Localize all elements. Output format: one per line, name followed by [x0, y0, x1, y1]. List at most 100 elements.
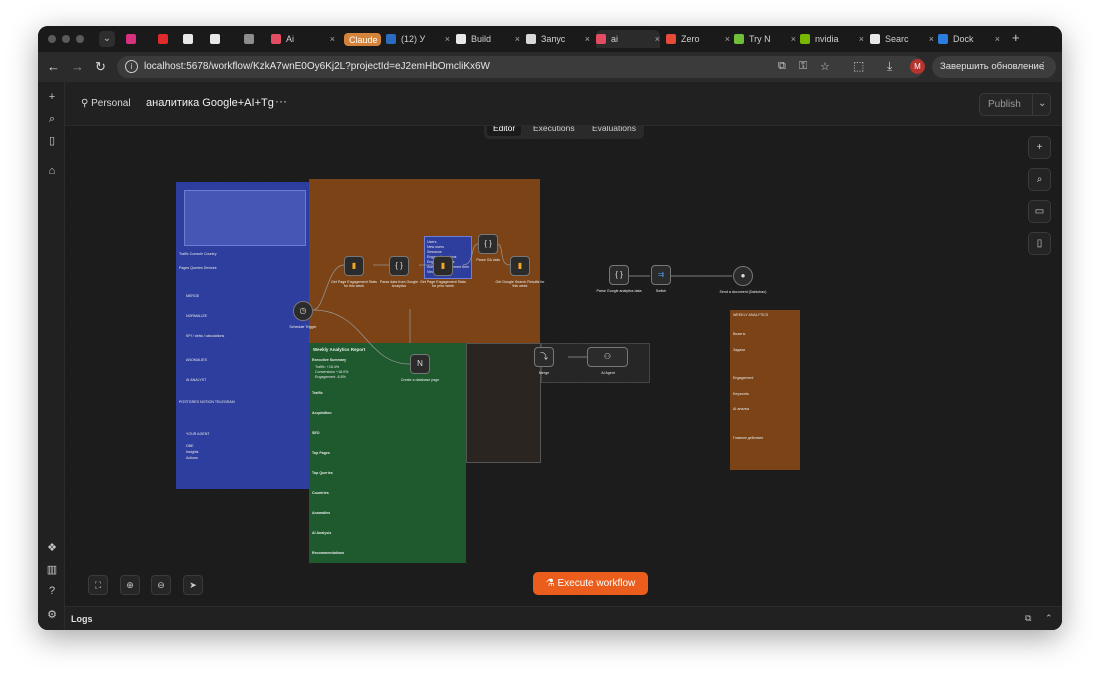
browser-tab[interactable]	[210, 30, 236, 48]
node-notion-page[interactable]: N	[410, 354, 430, 374]
node-label: Schedule Trigger	[289, 325, 317, 329]
logs-panel-bar[interactable]: Logs ⧉ ⌃	[65, 606, 1062, 630]
more-horizontal-icon[interactable]: ···	[275, 94, 287, 108]
tab-search-chevron-icon[interactable]: ⌄	[99, 31, 115, 47]
forward-arrow-icon[interactable]: →	[71, 59, 84, 74]
node-label: Get Page Engagement Stats for this week	[331, 280, 377, 289]
canvas-search-icon[interactable]: ⌕	[1028, 168, 1051, 191]
browser-tab[interactable]: Searc ×	[870, 30, 934, 48]
templates-icon[interactable]: ❖	[45, 541, 59, 554]
browser-tab[interactable]	[183, 30, 209, 48]
tab-close-icon[interactable]: ×	[721, 34, 730, 44]
add-plus-icon[interactable]: +	[45, 91, 59, 103]
node-label: Parse GA data	[476, 258, 500, 262]
node-merge[interactable]: ⤵	[534, 347, 554, 367]
tab-close-icon[interactable]: ×	[855, 34, 864, 44]
browser-tab[interactable]	[158, 30, 183, 48]
browser-tab[interactable]	[244, 30, 270, 48]
browser-tab[interactable]: Zero ×	[666, 30, 730, 48]
browser-tab[interactable]: nvidia ×	[800, 30, 864, 48]
n8n-app: + ⌕ ▯ ⌂ ❖ ▥ ? ⚙ ⚲ Personal аналитика Goo…	[38, 82, 1062, 630]
select-cursor-icon[interactable]: ➤	[183, 575, 203, 595]
tab-close-icon[interactable]: ×	[581, 34, 590, 44]
node-schedule-trigger[interactable]: ◷	[293, 301, 313, 321]
node-search-results[interactable]: ▮	[510, 256, 530, 276]
translate-icon[interactable]: ⧉	[778, 60, 786, 73]
add-node-plus-icon[interactable]: +	[1028, 136, 1051, 159]
tab-editor[interactable]: Editor	[487, 126, 522, 136]
side-panel-icon[interactable]: ▯	[1028, 232, 1051, 255]
tab-close-icon[interactable]: ×	[787, 34, 796, 44]
node-parse-google-data[interactable]: { }	[609, 265, 629, 285]
node-send-document[interactable]: ●	[733, 266, 753, 286]
chevron-up-icon[interactable]: ⌃	[1045, 613, 1053, 624]
browser-tab[interactable]: Dock ×	[938, 30, 1000, 48]
user-icon: ⚲	[81, 98, 92, 109]
help-icon[interactable]: ?	[45, 585, 59, 597]
settings-gear-icon[interactable]: ⚙	[45, 608, 59, 621]
node-ai-agent[interactable]: ⚇	[587, 347, 628, 367]
minimize-window-dot[interactable]	[62, 35, 70, 43]
node-ga-this-week[interactable]: ▮	[344, 256, 364, 276]
browser-tab[interactable]: (12) У ×	[386, 30, 450, 48]
back-arrow-icon[interactable]: ←	[47, 59, 60, 74]
publish-button[interactable]: Publish ⌄	[979, 93, 1051, 116]
tab-close-icon[interactable]: ×	[925, 34, 934, 44]
browser-tab[interactable]: Try N ×	[734, 30, 796, 48]
bookmark-star-icon[interactable]: ☆	[820, 60, 830, 73]
execute-label: Execute workflow	[557, 578, 636, 589]
zoom-out-icon[interactable]: ⊖	[151, 575, 171, 595]
zoom-window-dot[interactable]	[76, 35, 84, 43]
wire-trigger-notion	[312, 309, 411, 365]
project-breadcrumb[interactable]: ⚲ Personal	[81, 98, 131, 109]
browser-tab[interactable]: Build ×	[456, 30, 520, 48]
node-label: Get Google Search Results for this week	[495, 280, 545, 289]
node-label: Create a database page	[400, 378, 440, 382]
execute-workflow-button[interactable]: ⚗ Execute workflow	[533, 572, 648, 595]
tab-close-icon[interactable]: ×	[651, 34, 660, 44]
clock-icon: ◷	[299, 306, 307, 315]
workflow-canvas[interactable]: Traffic Console Country Pages Queries Dev…	[65, 126, 1062, 606]
popout-icon[interactable]: ⧉	[1025, 613, 1031, 624]
insights-chart-icon[interactable]: ▥	[45, 563, 59, 576]
extensions-puzzle-icon[interactable]: ⬚	[853, 59, 864, 73]
zoom-in-icon[interactable]: ⊕	[120, 575, 140, 595]
node-parse-ga[interactable]: { }	[389, 256, 409, 276]
profile-avatar[interactable]: M	[910, 59, 925, 74]
address-bar[interactable]: i localhost:5678/workflow/KzkA7wnE0Oy6Kj…	[117, 56, 924, 78]
node-switch[interactable]: ⇉	[651, 265, 671, 285]
new-tab-plus-icon[interactable]: +	[1012, 30, 1020, 45]
download-icon[interactable]: ⤓	[887, 59, 892, 74]
tab-evaluations[interactable]: Evaluations	[586, 126, 642, 136]
tab-label: Build	[471, 34, 492, 44]
search-icon[interactable]: ⌕	[45, 113, 59, 126]
tab-close-icon[interactable]: ×	[441, 34, 450, 44]
tab-close-icon[interactable]: ×	[991, 34, 1000, 44]
password-key-icon[interactable]: ⚿	[799, 60, 807, 73]
browser-tab[interactable]: ai ×	[596, 30, 660, 48]
panel-toggle-icon[interactable]: ▯	[45, 134, 59, 147]
notion-icon: N	[417, 359, 423, 368]
sticky-note-icon[interactable]: ▭	[1028, 200, 1051, 223]
browser-tab[interactable]: Запус ×	[526, 30, 590, 48]
tab-label: Dock	[953, 34, 974, 44]
more-vertical-icon[interactable]: ⋮	[1039, 56, 1049, 78]
tab-executions[interactable]: Executions	[527, 126, 581, 136]
tab-close-icon[interactable]: ×	[326, 34, 335, 44]
browser-tab[interactable]: Claude	[344, 33, 381, 46]
tab-close-icon[interactable]: ×	[511, 34, 520, 44]
close-window-dot[interactable]	[48, 35, 56, 43]
update-button[interactable]: Завершить обновление ⋮	[932, 56, 1056, 78]
node-parse-ga-data[interactable]: { }	[478, 234, 498, 254]
reload-icon[interactable]: ↻	[95, 59, 106, 75]
workflow-title[interactable]: аналитика Google+AI+Tg	[146, 97, 274, 109]
browser-tab[interactable]: Ai ×	[271, 30, 335, 48]
fit-view-icon[interactable]: ⛶	[88, 575, 108, 595]
home-icon[interactable]: ⌂	[45, 165, 59, 177]
chevron-down-icon[interactable]: ⌄	[1038, 98, 1046, 109]
site-info-icon[interactable]: i	[125, 60, 138, 73]
browser-tab[interactable]	[126, 30, 152, 48]
node-ga-prior-week[interactable]: ▮	[433, 256, 453, 276]
left-sidebar: + ⌕ ▯ ⌂ ❖ ▥ ? ⚙	[38, 82, 65, 630]
tab-favicon-icon	[210, 34, 220, 44]
